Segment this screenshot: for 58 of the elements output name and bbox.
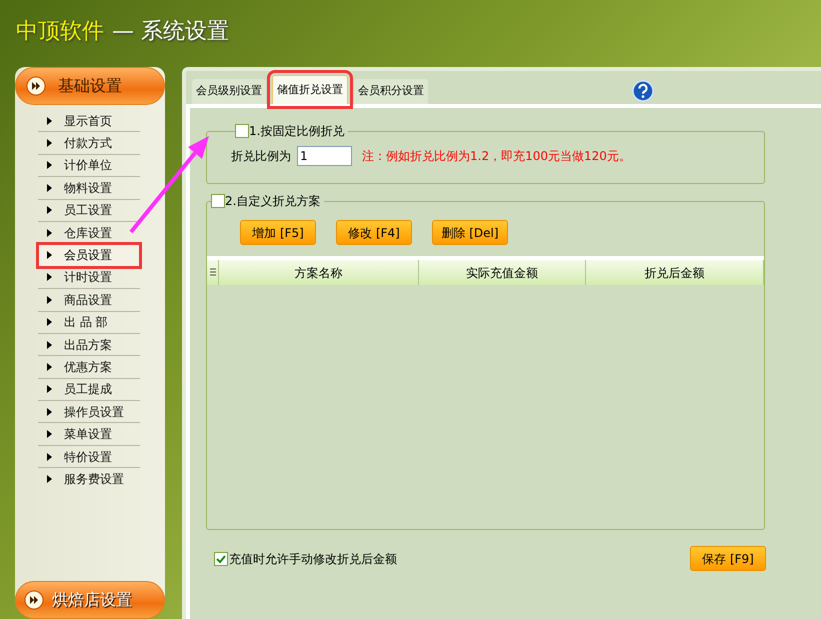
sidebar-item[interactable]: 出品方案 bbox=[38, 334, 140, 356]
triangle-icon bbox=[47, 139, 52, 148]
triangle-icon bbox=[47, 362, 52, 371]
sidebar-item[interactable]: 物料设置 bbox=[38, 177, 140, 200]
play-icon bbox=[24, 590, 44, 610]
sidebar-item[interactable]: 商品设置 bbox=[38, 289, 140, 312]
tab[interactable]: 会员级别设置 bbox=[192, 79, 266, 104]
row-header-icon bbox=[207, 260, 219, 285]
triangle-icon bbox=[47, 475, 52, 484]
field-label: 折兑比例为 bbox=[231, 148, 291, 165]
triangle-icon bbox=[47, 161, 52, 170]
triangle-icon bbox=[47, 206, 52, 214]
sidebar-item[interactable]: 付款方式 bbox=[38, 132, 140, 155]
action-button[interactable]: 删除 [Del] bbox=[432, 220, 508, 245]
sidebar-item[interactable]: 特价设置 bbox=[38, 446, 140, 468]
sidebar-item[interactable]: 操作员设置 bbox=[38, 401, 140, 424]
triangle-icon bbox=[47, 318, 52, 326]
ratio-input-field[interactable]: 1 bbox=[297, 146, 352, 166]
triangle-icon bbox=[47, 273, 52, 282]
triangle-icon bbox=[47, 184, 52, 192]
sidebar-item[interactable]: 菜单设置 bbox=[38, 423, 140, 446]
action-button[interactable]: 修改 [F4] bbox=[336, 220, 412, 245]
sidebar-item[interactable]: 员工设置 bbox=[38, 200, 140, 222]
window-title: — 系统设置 bbox=[112, 18, 229, 46]
triangle-icon bbox=[47, 430, 52, 438]
triangle-icon bbox=[47, 385, 52, 394]
sidebar-item[interactable]: 计时设置 bbox=[38, 266, 140, 290]
triangle-icon bbox=[47, 408, 52, 416]
group-title: 2.自定义折兑方案 bbox=[225, 193, 320, 210]
sidebar-item[interactable]: 优惠方案 bbox=[38, 356, 140, 379]
action-button[interactable]: 增加 [F5] bbox=[240, 220, 316, 245]
sidebar-item[interactable]: 服务费设置 bbox=[38, 468, 140, 491]
help-icon[interactable] bbox=[632, 80, 654, 102]
app-title: 中顶软件 bbox=[16, 18, 104, 46]
sidebar-item[interactable]: 显示首页 bbox=[38, 110, 140, 132]
checkbox-label: 充值时允许手动修改折兑后金额 bbox=[229, 550, 397, 568]
triangle-icon bbox=[47, 296, 52, 304]
tab[interactable]: 会员积分设置 bbox=[354, 79, 428, 104]
column-header: 方案名称 bbox=[219, 260, 419, 285]
checkbox[interactable] bbox=[211, 194, 225, 208]
group-title: 1.按固定比例折兑 bbox=[249, 123, 344, 140]
checkbox[interactable] bbox=[235, 124, 249, 138]
triangle-icon bbox=[47, 116, 52, 125]
checkbox[interactable] bbox=[214, 552, 228, 566]
play-icon bbox=[26, 76, 46, 96]
triangle-icon bbox=[47, 251, 52, 260]
triangle-icon bbox=[47, 228, 52, 237]
triangle-icon bbox=[47, 452, 52, 461]
sidebar-item[interactable]: 会员设置 bbox=[38, 244, 140, 267]
sidebar-item[interactable]: 出 品 部 bbox=[38, 312, 140, 334]
save-button[interactable]: 保存 [F9] bbox=[690, 546, 766, 571]
sidebar-item[interactable]: 员工提成 bbox=[38, 378, 140, 402]
sidebar-header-button[interactable]: 基础设置 bbox=[15, 67, 165, 105]
note-text: 注：例如折兑比例为1.2，即充100元当做120元。 bbox=[362, 148, 631, 165]
column-header: 折兑后金额 bbox=[586, 260, 764, 285]
triangle-icon bbox=[47, 340, 52, 349]
sidebar-item[interactable]: 计价单位 bbox=[38, 154, 140, 178]
column-header: 实际充值金额 bbox=[419, 260, 586, 285]
